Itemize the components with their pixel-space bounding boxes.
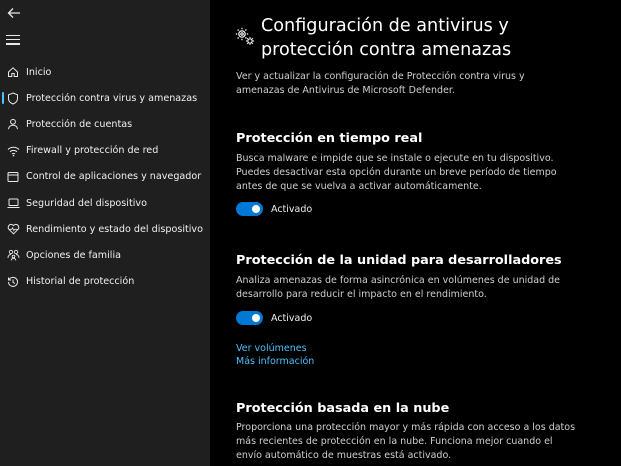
section-description-realtime: Busca malware e impide que se instale o … [236,153,557,192]
sidebar-item-account-protection[interactable]: Protección de cuentas [0,111,210,137]
sidebar-item-firewall[interactable]: Firewall y protección de red [0,138,210,164]
sidebar: Inicio Protección contra virus y amenaza… [0,0,210,466]
hamburger-menu-icon[interactable] [6,35,20,45]
page-title: Configuración de antivirus y protección … [261,16,512,60]
realtime-protection-toggle[interactable] [236,202,263,216]
sidebar-item-family-options[interactable]: Opciones de familia [0,242,210,268]
sidebar-item-virus-protection[interactable]: Protección contra virus y amenazas [0,85,210,111]
family-icon [6,248,20,262]
page-description: Ver y actualizar la configuración de Pro… [236,71,525,96]
laptop-icon [6,196,20,210]
main-content: Configuración de antivirus y protección … [210,0,621,466]
back-arrow-icon[interactable] [5,5,23,21]
section-title-realtime: Protección en tiempo real [236,131,423,146]
history-icon [6,275,20,289]
sidebar-item-label: Protección contra virus y amenazas [26,92,198,104]
shield-icon [6,91,20,105]
dev-drive-protection-toggle[interactable] [236,311,263,325]
dev-drive-toggle-row: Activado [236,310,312,326]
sidebar-item-label: Opciones de familia [26,249,122,261]
sidebar-item-inicio[interactable]: Inicio [0,59,210,85]
sidebar-item-label: Protección de cuentas [26,118,133,130]
person-icon [6,117,20,131]
sidebar-item-label: Seguridad del dispositivo [26,197,147,209]
sidebar-item-label: Historial de protección [26,276,135,288]
app-window-icon [6,170,20,184]
sidebar-item-label: Inicio [26,66,52,78]
sidebar-item-label: Control de aplicaciones y navegador [26,171,202,183]
view-volumes-link[interactable]: Ver volúmenes [236,343,307,354]
more-info-link[interactable]: Más información [236,356,314,367]
wifi-icon [6,144,20,158]
dev-drive-toggle-label: Activado [271,312,313,324]
sidebar-item-device-performance[interactable]: Rendimiento y estado del dispositivo [0,216,210,242]
sidebar-item-label: Rendimiento y estado del dispositivo [26,223,203,235]
heart-icon [6,222,20,236]
realtime-toggle-row: Activado [236,201,312,217]
sidebar-item-protection-history[interactable]: Historial de protección [0,269,210,295]
realtime-toggle-label: Activado [271,203,313,215]
home-icon [6,65,20,79]
sidebar-item-label: Firewall y protección de red [26,145,159,157]
section-description-dev-drive: Analiza amenazas de forma asincrónica en… [236,275,561,300]
sidebar-nav: Inicio Protección contra virus y amenaza… [0,59,210,295]
section-title-dev-drive: Protección de la unidad para desarrollad… [236,253,562,268]
section-title-cloud: Protección basada en la nube [236,401,450,416]
sidebar-item-device-security[interactable]: Seguridad del dispositivo [0,190,210,216]
section-description-cloud: Proporciona una protección mayor y más r… [236,422,576,461]
gears-icon [234,25,256,47]
sidebar-item-app-browser-control[interactable]: Control de aplicaciones y navegador [0,164,210,190]
